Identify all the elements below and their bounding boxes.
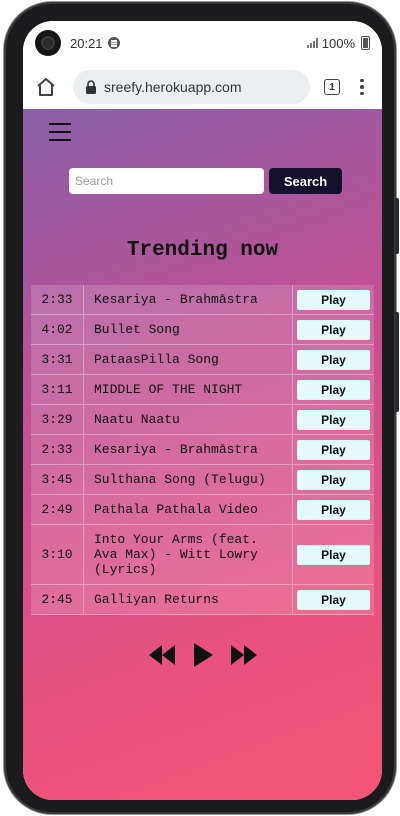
page-title: Trending now [126,239,279,262]
battery-icon [361,36,370,50]
play-button[interactable]: Play [297,439,370,460]
play-button[interactable]: Play [297,319,370,340]
rewind-icon[interactable] [147,643,177,667]
track-action-cell: Play [293,525,374,585]
track-title: Sulthana Song (Telugu) [83,465,293,495]
spotify-icon [107,37,120,49]
table-row: 2:33 Kesariya - Brahmāstra Play [31,435,374,465]
hamburger-icon[interactable] [49,123,71,141]
table-row: 3:31 PataasPilla Song Play [31,345,374,375]
table-row: 3:45 Sulthana Song (Telugu) Play [31,465,374,495]
track-duration: 3:45 [31,465,83,495]
track-duration: 2:49 [31,495,83,525]
browser-toolbar: sreefy.herokuapp.com 1 [23,65,382,109]
table-row: 2:49 Pathala Pathala Video Play [31,495,374,525]
track-title: Kesariya - Brahmāstra [83,285,293,315]
play-button[interactable]: Play [297,589,370,610]
fast-forward-icon[interactable] [229,643,259,667]
track-action-cell: Play [293,285,374,315]
search-bar: Search [69,168,342,194]
phone-frame: 20:21 100% sreefy.herokuapp.com 1 Search… [4,2,399,814]
track-action-cell: Play [293,405,374,435]
track-table: 2:33 Kesariya - Brahmāstra Play 4:02 Bullet … [31,285,374,615]
track-action-cell: Play [293,465,374,495]
address-bar-url: sreefy.herokuapp.com [104,79,242,95]
web-page: Search Trending now 2:33Kesariya - Brahm… [23,109,382,800]
track-title: Kesariya - Brahmāstra [83,435,293,465]
track-action-cell: Play [293,585,374,615]
table-row: 3:11 MIDDLE OF THE NIGHT Play [31,375,374,405]
screen: 20:21 100% sreefy.herokuapp.com 1 Search… [23,21,382,800]
address-bar[interactable]: sreefy.herokuapp.com [73,70,310,104]
front-camera [35,30,61,56]
track-title: Bullet Song [83,315,293,345]
track-list: 2:33 Kesariya - Brahmāstra Play 4:02 Bullet … [31,285,374,615]
table-row: 3:10 Into Your Arms (feat. Ava Max) - Wit… [31,525,374,585]
track-duration: 3:29 [31,405,83,435]
track-duration: 2:45 [31,585,83,615]
play-button[interactable]: Play [297,289,370,310]
status-time: 20:21 [70,35,103,51]
track-duration: 3:31 [31,345,83,375]
track-action-cell: Play [293,375,374,405]
search-input[interactable] [69,168,264,194]
player-controls [23,642,382,668]
track-duration: 2:33 [31,285,83,315]
play-button[interactable]: Play [297,379,370,400]
track-action-cell: Play [293,315,374,345]
track-title: PataasPilla Song [83,345,293,375]
kebab-menu-icon[interactable] [352,78,372,96]
track-action-cell: Play [293,345,374,375]
signal-icon [306,38,319,48]
table-row: 2:45 Galliyan Returns Play [31,585,374,615]
track-duration: 4:02 [31,315,83,345]
power-button [395,312,399,412]
track-title: MIDDLE OF THE NIGHT [83,375,293,405]
table-row: 4:02 Bullet Song Play [31,315,374,345]
track-duration: 3:11 [31,375,83,405]
home-icon[interactable] [33,74,59,100]
status-bar: 20:21 100% [23,21,382,65]
search-button[interactable]: Search [269,168,342,194]
status-right: 100% [306,35,370,51]
battery-percent: 100% [321,35,355,51]
track-title: Naatu Naatu [83,405,293,435]
track-action-cell: Play [293,435,374,465]
tab-count-icon[interactable]: 1 [324,79,340,95]
track-action-cell: Play [293,495,374,525]
play-button[interactable]: Play [297,544,370,565]
play-button[interactable]: Play [297,409,370,430]
volume-button [395,198,399,254]
play-button[interactable]: Play [297,469,370,490]
play-icon[interactable] [191,642,215,668]
table-row: 2:33 Kesariya - Brahmāstra Play [31,285,374,315]
play-button[interactable]: Play [297,349,370,370]
track-duration: 3:10 [31,525,83,585]
lock-icon [85,80,97,94]
track-duration: 2:33 [31,435,83,465]
track-title: Galliyan Returns [83,585,293,615]
track-title: Into Your Arms (feat. Ava Max) - Witt Lo… [83,525,293,585]
table-row: 3:29 Naatu Naatu Play [31,405,374,435]
play-button[interactable]: Play [297,499,370,520]
track-title: Pathala Pathala Video [83,495,293,525]
